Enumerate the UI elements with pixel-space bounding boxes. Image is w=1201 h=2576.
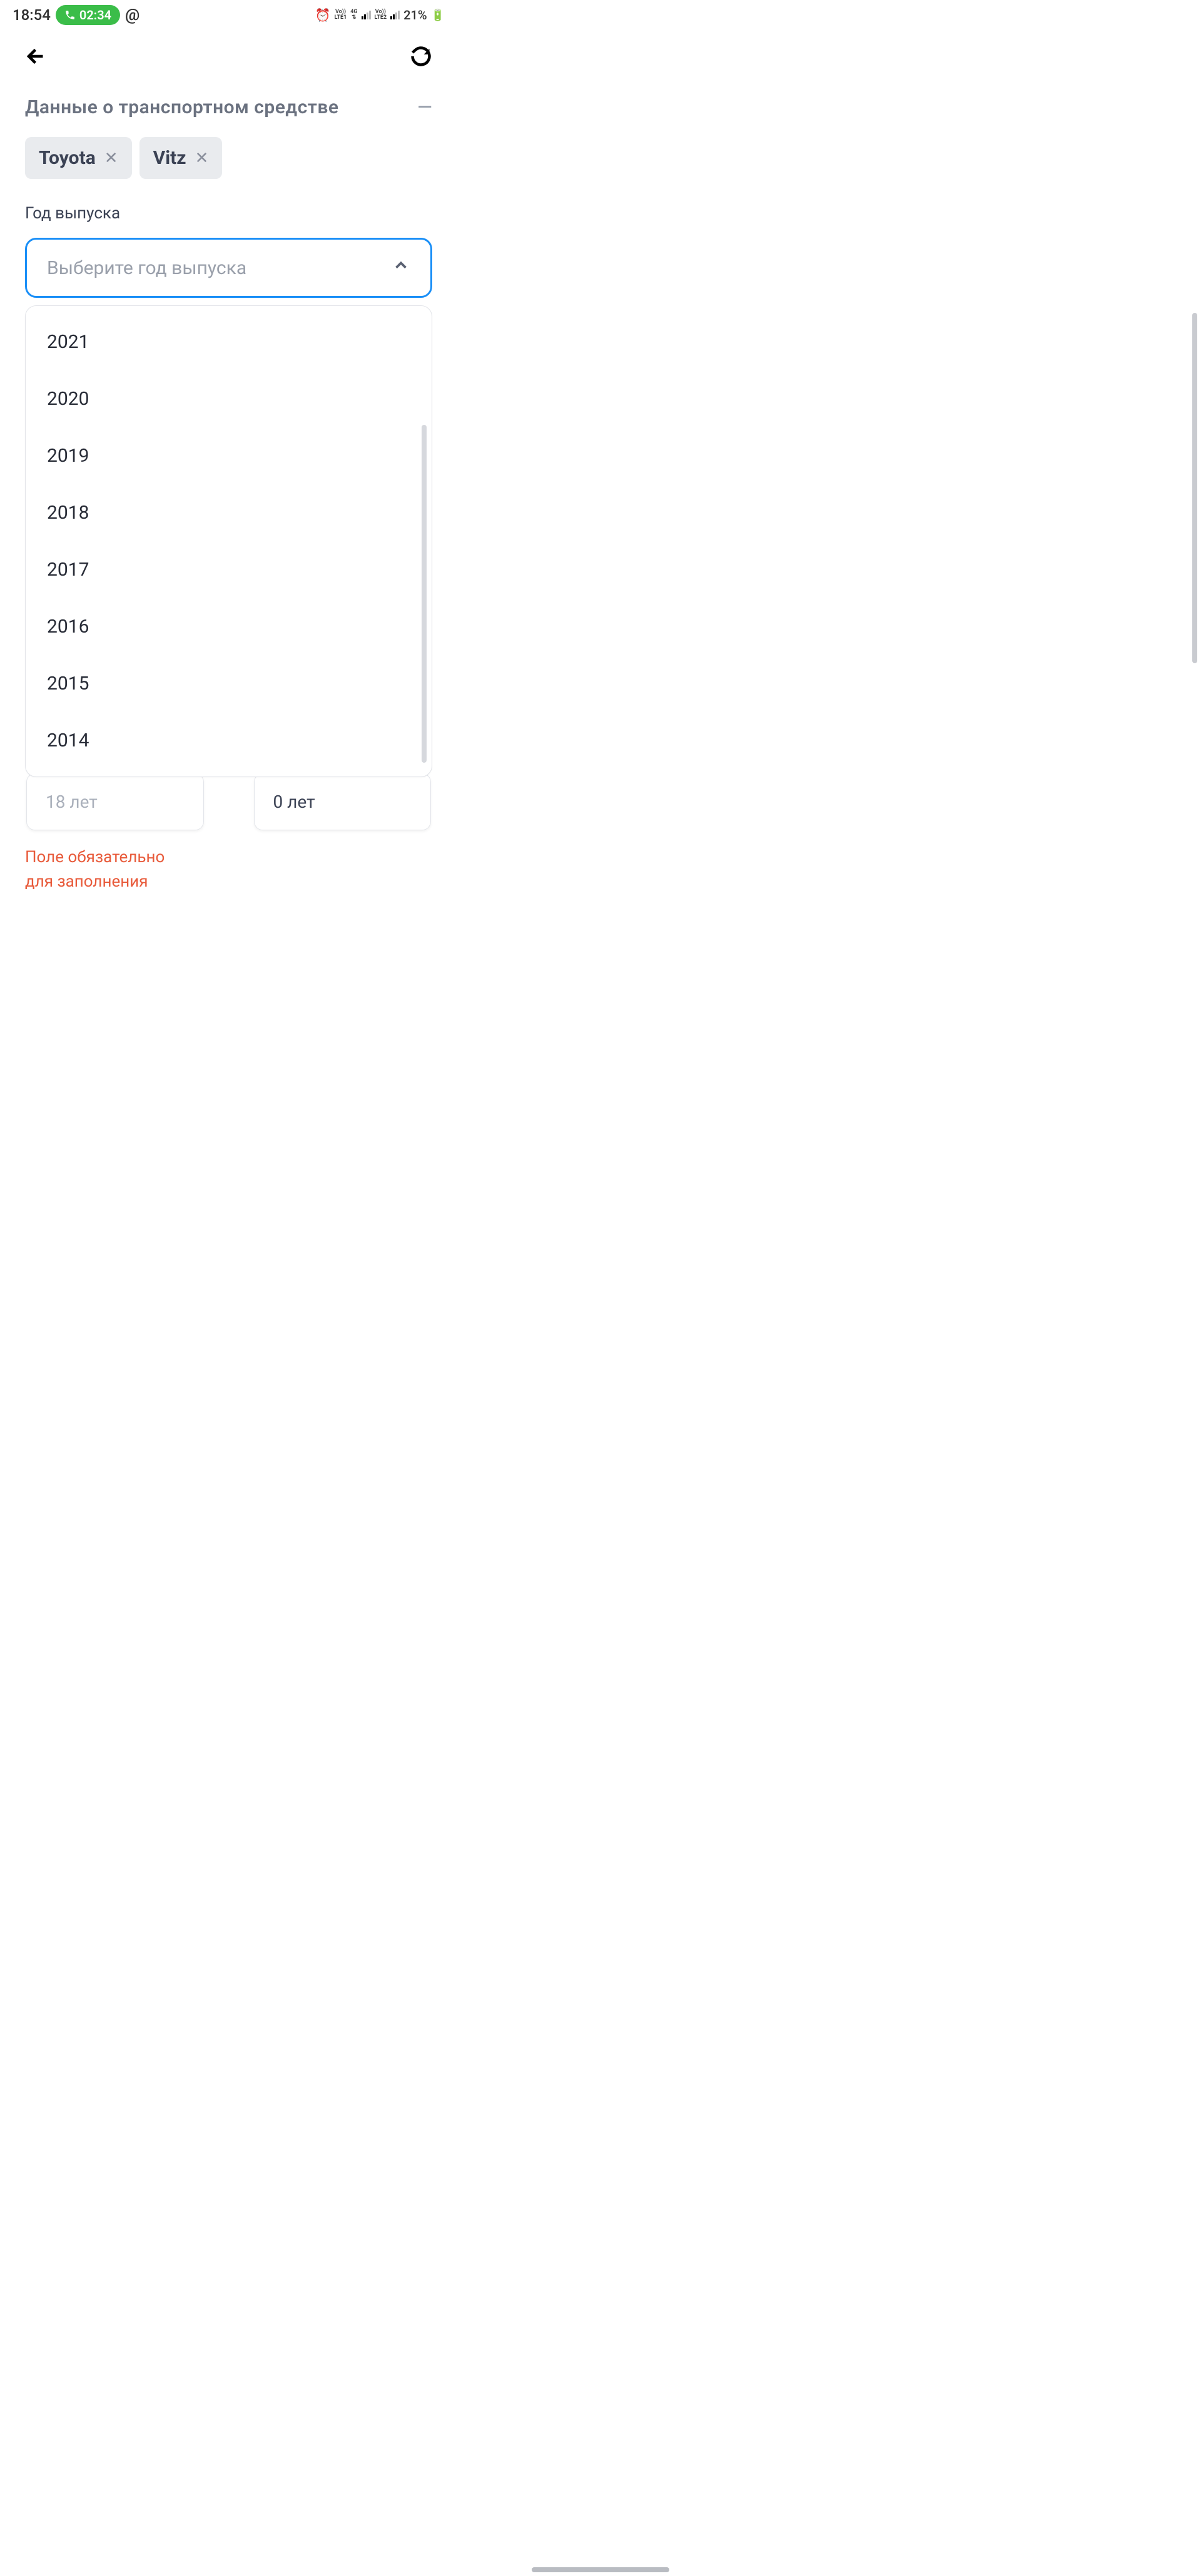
year-placeholder: Выберите год выпуска: [47, 257, 246, 279]
year-option[interactable]: 2021: [26, 313, 432, 370]
status-left: 18:54 02:34 @: [13, 5, 139, 25]
year-option[interactable]: 2019: [26, 427, 432, 484]
refresh-icon: [410, 45, 432, 68]
at-indicator: @: [125, 6, 139, 24]
collapse-icon[interactable]: —: [418, 96, 432, 118]
chip-brand-label: Toyota: [39, 147, 96, 169]
main-content: Данные о транспортном средстве — Toyota …: [0, 78, 457, 894]
section-title: Данные о транспортном средстве: [25, 96, 339, 118]
gesture-handle[interactable]: [532, 2567, 669, 2572]
year-option[interactable]: 2014: [26, 712, 432, 769]
year-option[interactable]: 2017: [26, 541, 432, 598]
signal-2-icon: [390, 11, 400, 19]
lte1-indicator: Vo)) LTE1: [335, 9, 347, 21]
status-time: 18:54: [13, 6, 51, 24]
phone-icon: [64, 9, 76, 21]
status-bar: 18:54 02:34 @ ⏰ Vo)) LTE1 4G ⇅ Vo)) LTE2…: [0, 0, 457, 30]
chevron-up-icon: [392, 256, 410, 280]
year-select[interactable]: Выберите год выпуска: [25, 238, 432, 298]
section-header[interactable]: Данные о транспортном средстве —: [25, 96, 432, 137]
lte2-indicator: Vo)) LTE2: [375, 9, 387, 21]
year-label: Год выпуска: [25, 204, 432, 223]
alarm-icon: ⏰: [315, 8, 331, 23]
year-option[interactable]: 2015: [26, 655, 432, 712]
year-option[interactable]: 2018: [26, 484, 432, 541]
year-option[interactable]: 2020: [26, 370, 432, 427]
close-icon[interactable]: ✕: [195, 149, 209, 168]
ongoing-call-pill[interactable]: 02:34: [56, 5, 120, 25]
battery-icon: 🔋: [431, 9, 445, 22]
arrow-left-icon: [25, 45, 48, 68]
back-button[interactable]: [25, 45, 48, 70]
chip-model[interactable]: Vitz ✕: [139, 137, 223, 179]
chip-brand[interactable]: Toyota ✕: [25, 137, 132, 179]
battery-percent: 21%: [403, 8, 427, 23]
selected-chips: Toyota ✕ Vitz ✕: [25, 137, 432, 179]
nav-bar: [0, 30, 457, 78]
status-right: ⏰ Vo)) LTE1 4G ⇅ Vo)) LTE2 21% 🔋: [315, 8, 445, 23]
dropdown-scrollbar[interactable]: [422, 425, 427, 763]
validation-error: Поле обязательно для заполнения: [25, 845, 432, 894]
net-4g-indicator: 4G ⇅: [350, 9, 357, 21]
signal-1-icon: [362, 11, 371, 19]
year-option[interactable]: 2016: [26, 598, 432, 655]
call-duration: 02:34: [79, 8, 111, 23]
close-icon[interactable]: ✕: [104, 149, 118, 168]
chip-model-label: Vitz: [153, 147, 186, 169]
age-row: 18 лет 0 лет: [25, 773, 432, 830]
page-scrollbar[interactable]: [1192, 313, 1197, 663]
error-line-1: Поле обязательно: [25, 845, 432, 870]
age-right-box[interactable]: 0 лет: [254, 773, 432, 830]
year-dropdown: 2021 2020 2019 2018 2017 2016 2015 2014: [25, 305, 432, 777]
error-line-2: для заполнения: [25, 870, 432, 894]
refresh-button[interactable]: [410, 45, 432, 70]
age-left-box[interactable]: 18 лет: [26, 773, 204, 830]
